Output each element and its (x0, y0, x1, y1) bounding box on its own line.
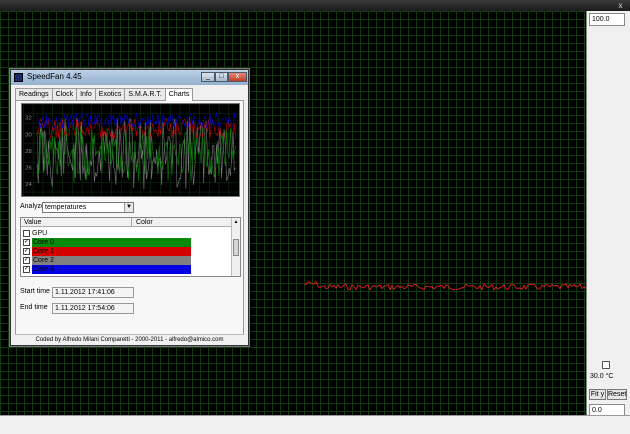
list-item[interactable]: ✓ Core 0 (23, 238, 229, 247)
list-scrollbar[interactable]: ▲ (231, 218, 240, 276)
app-icon (14, 73, 23, 82)
y-tick-label: 26 (25, 166, 32, 172)
sensor-label: Core 2 (33, 257, 55, 264)
y-tick-label: 32 (25, 116, 32, 122)
close-icon[interactable]: x (615, 1, 626, 10)
sensor-label: GPU (32, 230, 48, 237)
sensor-checkbox[interactable] (23, 230, 30, 237)
right-control-panel: 100.0 30.0 °C Fit y Reset 0.0 (586, 11, 630, 417)
sensor-list: Value Color GPU ✓ Core 0 ✓ Core 1 ✓ Core… (20, 217, 241, 277)
sensor-color-swatch[interactable]: Core 2 (32, 256, 191, 265)
tab-bar: Readings Clock Info Exotics S.M.A.R.T. C… (15, 88, 194, 101)
column-value[interactable]: Value (24, 218, 41, 227)
temperature-label: 30.0 °C (590, 373, 614, 380)
y-tick-label: 28 (25, 149, 32, 155)
fit-y-button[interactable]: Fit y (589, 389, 606, 400)
credits-footer: Coded by Alfredo Milani Comparetti - 200… (15, 334, 244, 344)
column-divider (131, 218, 132, 227)
tab-info[interactable]: Info (76, 88, 96, 100)
list-header: Value Color (21, 218, 231, 227)
max-value-field[interactable]: 100.0 (589, 13, 625, 26)
scale-checkbox[interactable] (602, 361, 610, 369)
start-time-field[interactable]: 1.11.2012 17:41:06 (52, 287, 134, 298)
sensor-checkbox[interactable]: ✓ (23, 266, 30, 273)
y-tick-label: 30 (25, 132, 32, 138)
scroll-up-icon[interactable]: ▲ (232, 218, 240, 226)
tab-readings[interactable]: Readings (15, 88, 53, 100)
sensor-checkbox[interactable]: ✓ (23, 248, 30, 255)
sensor-color-swatch[interactable]: Core 0 (32, 238, 191, 247)
speedfan-window: SpeedFan 4.45 _ □ x Readings Clock Info … (10, 69, 249, 346)
speedfan-title: SpeedFan 4.45 (27, 72, 82, 81)
close-button[interactable]: x (228, 72, 247, 82)
tab-smart[interactable]: S.M.A.R.T. (124, 88, 166, 100)
y-tick-label: 24 (25, 182, 32, 188)
end-time-label: End time (20, 304, 48, 311)
charts-panel: 32 30 28 26 24 Analyze temperatures ▼ Value … (15, 100, 244, 342)
sensor-label: Core 0 (33, 239, 55, 246)
sensor-trace (36, 112, 236, 130)
sensor-checkbox[interactable]: ✓ (23, 257, 30, 264)
chevron-down-icon[interactable]: ▼ (124, 203, 133, 212)
speedfan-title-bar[interactable]: SpeedFan 4.45 _ □ x (11, 70, 248, 85)
analyze-select[interactable]: temperatures ▼ (42, 202, 134, 213)
tab-charts[interactable]: Charts (164, 88, 194, 101)
end-time-field[interactable]: 1.11.2012 17:54:06 (52, 303, 134, 314)
list-item[interactable]: ✓ Core 3 (23, 265, 229, 274)
mini-temperature-chart: 32 30 28 26 24 (21, 103, 240, 197)
list-item[interactable]: ✓ Core 1 (23, 247, 229, 256)
sensor-checkbox[interactable]: ✓ (23, 239, 30, 246)
start-time-label: Start time (20, 288, 50, 295)
list-item[interactable]: GPU (23, 229, 229, 238)
column-color[interactable]: Color (136, 218, 153, 227)
sensor-color-swatch[interactable]: Core 3 (32, 265, 191, 274)
reset-button[interactable]: Reset (607, 389, 627, 400)
sensor-color-swatch[interactable]: Core 1 (32, 247, 191, 256)
list-item[interactable]: ✓ Core 2 (23, 256, 229, 265)
tab-exotics[interactable]: Exotics (94, 88, 126, 100)
minimize-button[interactable]: _ (201, 72, 215, 82)
maximize-button[interactable]: □ (215, 72, 228, 82)
status-bar (0, 415, 630, 434)
sensor-label: Core 1 (33, 248, 55, 255)
analyze-select-value: temperatures (45, 204, 87, 211)
tab-clock[interactable]: Clock (51, 88, 78, 100)
sensor-label: Core 3 (33, 266, 55, 273)
scroll-thumb[interactable] (233, 239, 239, 256)
title-bar: x (0, 0, 630, 11)
